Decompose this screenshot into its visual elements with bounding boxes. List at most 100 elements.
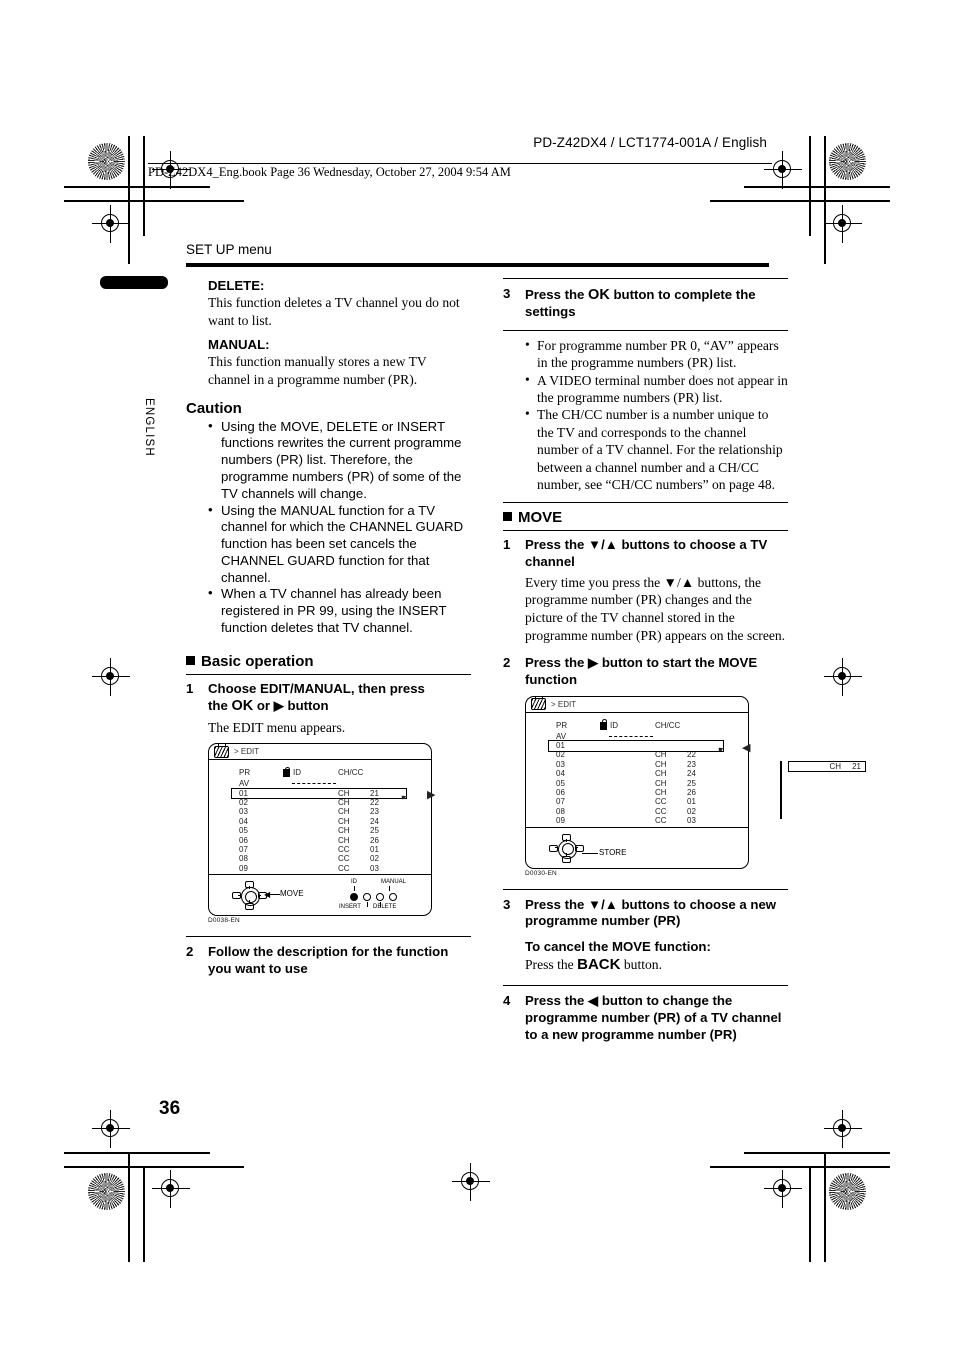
table-row[interactable]: 07 CC 01 <box>239 845 399 854</box>
notes-bullet-list: For programme number PR 0, “AV” appears … <box>503 336 788 494</box>
filestamp-rule <box>148 163 772 164</box>
crop-line <box>64 1166 244 1168</box>
table-row: AV <box>556 732 716 741</box>
table-row[interactable]: 01 CH 21 <box>239 789 399 798</box>
callout-type: CH <box>829 761 841 771</box>
registration-mark <box>764 151 802 189</box>
table-row[interactable]: 03 CH 23 <box>239 807 399 816</box>
row-type: CH <box>338 788 350 798</box>
callout-number: 21 <box>852 761 861 771</box>
column-header-id: ID <box>610 720 618 730</box>
ok-button-label: OK <box>588 287 610 303</box>
step-text: Follow the description for the function … <box>208 944 449 976</box>
callout-line <box>266 894 280 896</box>
divider <box>503 530 788 532</box>
row-number: 23 <box>370 807 379 817</box>
table-row[interactable]: 09 CC 03 <box>239 864 399 873</box>
table-row[interactable]: 05 CH 25 <box>556 779 716 788</box>
table-row[interactable]: 02 CH 22 <box>239 798 399 807</box>
registration-mark <box>824 205 862 243</box>
table-row[interactable]: 09 CC 03 <box>556 816 716 825</box>
list-item: Using the MANUAL function for a TV chann… <box>208 502 471 587</box>
table-row[interactable]: 05 CH 25 <box>239 826 399 835</box>
row-type: CH <box>655 769 667 779</box>
row-pr: 02 <box>239 797 248 807</box>
table-row[interactable]: 08 CC 02 <box>556 807 716 816</box>
osd-title: > EDIT <box>551 699 577 709</box>
list-item: The CH/CC number is a number unique to t… <box>525 405 788 493</box>
registration-mark <box>764 1170 802 1208</box>
table-row[interactable]: 06 CH 26 <box>556 788 716 797</box>
table-row[interactable]: 08 CC 02 <box>239 854 399 863</box>
table-row[interactable]: 02 CH 22 <box>556 750 716 759</box>
tv-icon <box>214 743 229 758</box>
basic-operation-heading: Basic operation <box>186 653 471 670</box>
row-type: CC <box>655 797 667 807</box>
divider <box>186 673 471 675</box>
cancel-text-pre: Press the <box>525 956 578 972</box>
crop-line <box>809 136 811 236</box>
osd-header-row: PR ID CH/CC <box>556 719 716 732</box>
table-row[interactable]: 04 CH 24 <box>556 769 716 778</box>
move-step-2: 2 Press the ▶ button to start the MOVE f… <box>503 655 788 688</box>
table-row[interactable]: 03 CH 23 <box>556 760 716 769</box>
dot-button-manual[interactable] <box>389 893 397 902</box>
divider <box>503 985 788 987</box>
row-number: 23 <box>687 759 696 769</box>
cancel-text-post: button. <box>620 956 662 972</box>
list-item: For programme number PR 0, “AV” appears … <box>525 336 788 372</box>
dot-button-insert[interactable] <box>363 893 371 902</box>
row-type: CH <box>338 797 350 807</box>
row-dashes <box>609 735 653 737</box>
callout-box: CH 21 <box>788 760 866 772</box>
crop-line <box>128 136 130 264</box>
osd-titlebar: > EDIT <box>209 743 431 761</box>
manual-description: This function manually stores a new TV c… <box>208 354 427 388</box>
dot-button-delete[interactable] <box>376 893 384 902</box>
step-1-note: The EDIT menu appears. <box>208 719 346 735</box>
page-number: 36 <box>159 1098 181 1119</box>
delete-description: This function deletes a TV channel you d… <box>208 295 460 328</box>
halftone-dot <box>88 1173 125 1210</box>
step-text: Choose EDIT/MANUAL, then press the OK or… <box>208 681 471 716</box>
row-type: CC <box>338 844 350 854</box>
caution-heading: Caution <box>186 399 242 417</box>
row-pr: 09 <box>239 863 248 873</box>
osd-screen: > EDIT PR ID CH/CC AV 01 CH 21 02 CH 22 <box>208 743 436 917</box>
row-pr: 08 <box>239 854 248 864</box>
table-row[interactable]: 01 <box>556 741 716 750</box>
step-text-pre: Press the <box>525 287 589 302</box>
row-pr: 04 <box>239 816 248 826</box>
row-pr: 07 <box>239 844 248 854</box>
table-row[interactable]: 07 CC 01 <box>556 797 716 806</box>
language-label: ENGLISH <box>143 398 155 457</box>
row-number: 22 <box>370 797 379 807</box>
title-rule <box>186 263 769 267</box>
move-label: MOVE <box>280 889 304 899</box>
arrow-right-icon: ▶ <box>427 789 436 802</box>
row-number: 24 <box>370 816 379 826</box>
step-2: 2 Follow the description for the functio… <box>186 944 471 977</box>
left-column: DELETE: This function deletes a TV chann… <box>186 278 471 977</box>
move-step-4: 4 Press the ◀ button to change the progr… <box>503 993 788 1043</box>
divider <box>503 278 788 279</box>
row-pr: 09 <box>556 816 565 826</box>
divider <box>503 329 788 331</box>
row-number: 22 <box>687 750 696 760</box>
step-number: 2 <box>186 944 194 960</box>
table-row[interactable]: 06 CH 26 <box>239 836 399 845</box>
row-pr: 05 <box>239 826 248 836</box>
table-row[interactable]: 04 CH 24 <box>239 817 399 826</box>
document-code: PD-Z42DX4 / LCT1774-001A / English <box>533 135 767 150</box>
row-type: CH <box>338 816 350 826</box>
row-pr: AV <box>239 779 250 789</box>
file-timestamp: PD-Z42DX4_Eng.book Page 36 Wednesday, Oc… <box>148 165 511 179</box>
row-pr: 06 <box>556 787 565 797</box>
osd-screen: > EDIT PR ID CH/CC AV 01 02 CH 22 03 CH … <box>525 695 866 869</box>
dot-button-id[interactable] <box>350 893 358 902</box>
row-type: CH <box>338 835 350 845</box>
divider <box>186 936 471 938</box>
crop-line <box>143 1166 145 1262</box>
registration-mark <box>824 658 862 696</box>
halftone-dot <box>829 143 866 180</box>
